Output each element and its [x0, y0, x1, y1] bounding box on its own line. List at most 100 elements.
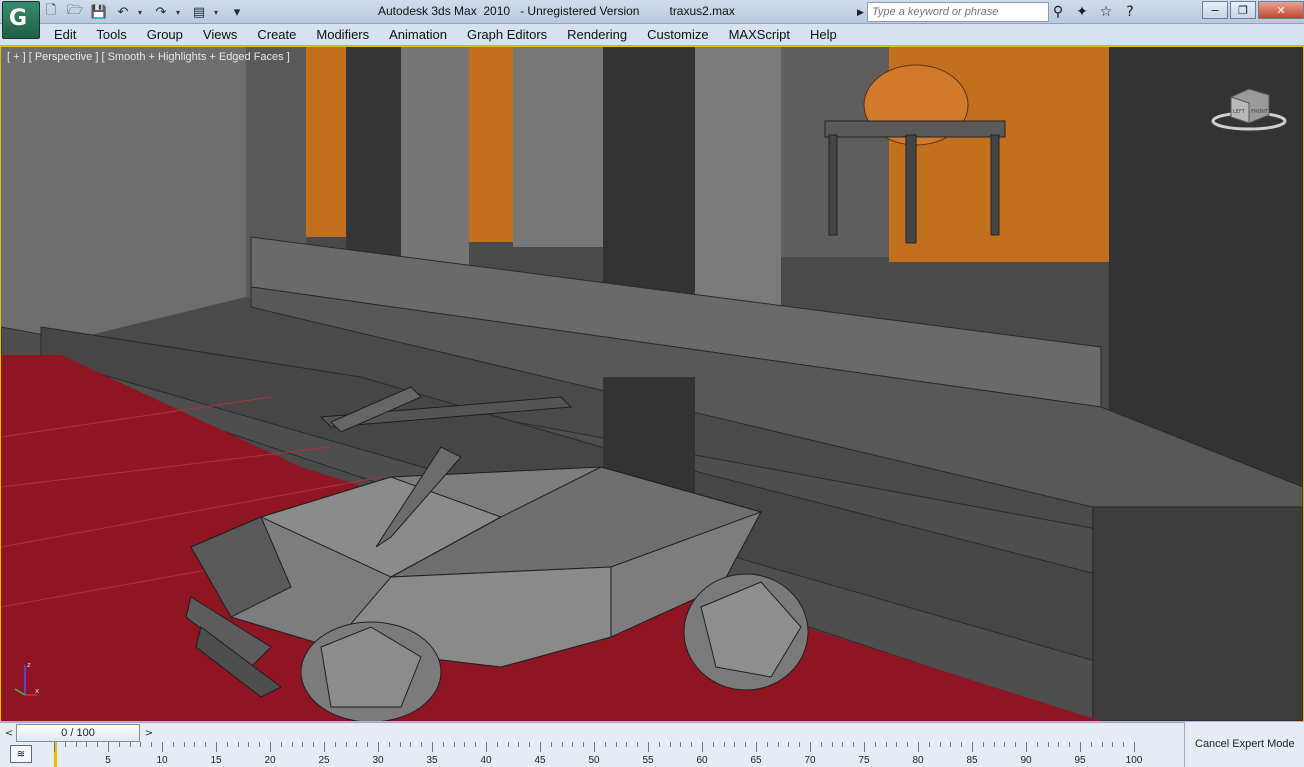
- viewcube-front-label: FRONT: [1251, 109, 1269, 115]
- favorites-star-icon[interactable]: ☆: [1096, 2, 1116, 22]
- ruler-tick: [594, 742, 595, 752]
- ruler-tick: [615, 742, 617, 747]
- undo-dropdown-icon[interactable]: ▾: [138, 8, 146, 17]
- ruler-tick: [626, 742, 628, 747]
- ruler-tick: [410, 742, 412, 747]
- minimize-button[interactable]: −: [1202, 1, 1228, 19]
- menu-graph-editors[interactable]: Graph Editors: [457, 24, 557, 46]
- ruler-tick: [982, 742, 984, 747]
- orange-panel: [303, 47, 348, 237]
- ruler-tick: [1004, 742, 1006, 747]
- new-icon[interactable]: 🗋: [42, 3, 60, 21]
- ruler-tick: [529, 742, 531, 747]
- ruler-label: 95: [1074, 755, 1086, 766]
- ruler-tick: [680, 742, 682, 747]
- perspective-viewport[interactable]: [ + ] [ Perspective ] [ Smooth + Highlig…: [0, 46, 1304, 722]
- ruler-tick: [648, 742, 649, 752]
- track-bar[interactable]: ≋ 5 10 15 20 25 30 35 40 45 50 55 60 65 70 75 80 85 90 95 1…: [0, 742, 1184, 767]
- customize-quick-access-icon[interactable]: ▾: [228, 3, 246, 21]
- ruler-tick: [378, 742, 379, 752]
- ruler-tick: [356, 742, 358, 747]
- ruler-tick: [108, 742, 109, 752]
- redo-icon[interactable]: ↷: [152, 3, 170, 21]
- time-slider-prev-button[interactable]: <: [2, 725, 16, 741]
- menu-rendering[interactable]: Rendering: [557, 24, 637, 46]
- help-icon[interactable]: ?: [1120, 2, 1140, 22]
- ruler-tick: [216, 742, 217, 752]
- project-folder-icon[interactable]: ▤: [190, 3, 208, 21]
- menu-maxscript[interactable]: MAXScript: [719, 24, 800, 46]
- menu-create[interactable]: Create: [247, 24, 306, 46]
- ruler-tick: [496, 742, 498, 747]
- ruler-tick: [237, 742, 239, 747]
- ruler-tick: [788, 742, 790, 747]
- ruler-label: 30: [372, 755, 384, 766]
- menu-group[interactable]: Group: [137, 24, 193, 46]
- menu-edit[interactable]: Edit: [44, 24, 86, 46]
- close-button[interactable]: ✕: [1258, 1, 1304, 19]
- ruler-tick: [702, 742, 703, 752]
- restore-button[interactable]: ❐: [1230, 1, 1256, 19]
- search-expand-icon[interactable]: ▶: [857, 2, 867, 22]
- ruler-tick: [604, 742, 606, 747]
- open-icon[interactable]: 🗁: [66, 3, 84, 21]
- axis-x-label: x: [35, 687, 39, 695]
- viewcube-icon[interactable]: LEFT FRONT: [1211, 85, 1287, 135]
- ruler-tick: [1080, 742, 1081, 752]
- ruler-tick: [950, 742, 952, 747]
- ruler-tick: [453, 742, 455, 747]
- project-folder-dropdown-icon[interactable]: ▾: [214, 8, 222, 17]
- ruler-tick: [918, 742, 919, 752]
- ruler-tick: [291, 742, 293, 747]
- menu-help[interactable]: Help: [800, 24, 847, 46]
- ruler-tick: [658, 742, 660, 747]
- ruler-tick: [486, 742, 487, 752]
- ruler-tick: [799, 742, 801, 747]
- menu-customize[interactable]: Customize: [637, 24, 718, 46]
- ruler-tick: [1101, 742, 1103, 747]
- mini-curve-editor-icon[interactable]: ≋: [10, 745, 32, 763]
- binoculars-icon[interactable]: ⚲: [1048, 2, 1068, 22]
- ruler-tick: [777, 742, 779, 747]
- time-slider-thumb[interactable]: 0 / 100: [16, 724, 140, 742]
- cancel-expert-mode-button[interactable]: Cancel Expert Mode: [1195, 738, 1295, 750]
- frame-ruler[interactable]: 5 10 15 20 25 30 35 40 45 50 55 60 65 70 75 80 85 90 95 100: [50, 742, 1184, 767]
- ruler-tick: [810, 742, 811, 752]
- viewport-label[interactable]: [ + ] [ Perspective ] [ Smooth + Highlig…: [7, 51, 290, 63]
- ruler-label: 100: [1125, 755, 1143, 766]
- ruler-tick: [248, 742, 250, 747]
- ruler-tick: [550, 742, 552, 747]
- menu-tools[interactable]: Tools: [86, 24, 136, 46]
- undo-icon[interactable]: ↶: [114, 3, 132, 21]
- ruler-tick: [140, 742, 142, 747]
- ruler-label: 70: [804, 755, 816, 766]
- ruler-tick: [75, 742, 77, 747]
- ruler-tick: [442, 742, 444, 747]
- ruler-tick: [842, 742, 844, 747]
- time-slider-next-button[interactable]: >: [142, 725, 156, 741]
- search-input[interactable]: [867, 2, 1049, 22]
- ruler-tick: [669, 742, 671, 747]
- menu-views[interactable]: Views: [193, 24, 247, 46]
- ruler-tick: [1058, 742, 1060, 747]
- ruler-label: 40: [480, 755, 492, 766]
- time-slider[interactable]: < 0 / 100 >: [0, 722, 1184, 742]
- ruler-tick: [896, 742, 898, 747]
- ruler-tick: [766, 742, 768, 747]
- application-button[interactable]: G: [2, 1, 40, 39]
- viewcube-left-label: LEFT: [1233, 109, 1246, 115]
- menu-animation[interactable]: Animation: [379, 24, 457, 46]
- ruler-tick: [421, 742, 423, 747]
- communication-center-icon[interactable]: ✦: [1072, 2, 1092, 22]
- ruler-tick: [183, 742, 185, 747]
- ruler-tick: [874, 742, 876, 747]
- redo-dropdown-icon[interactable]: ▾: [176, 8, 184, 17]
- ruler-tick: [939, 742, 941, 747]
- ruler-tick: [172, 742, 174, 747]
- save-icon[interactable]: 💾: [90, 3, 108, 21]
- ruler-label: 50: [588, 755, 600, 766]
- ruler-tick: [928, 742, 930, 747]
- menu-modifiers[interactable]: Modifiers: [306, 24, 379, 46]
- ruler-tick: [507, 742, 509, 747]
- ruler-tick: [1026, 742, 1027, 752]
